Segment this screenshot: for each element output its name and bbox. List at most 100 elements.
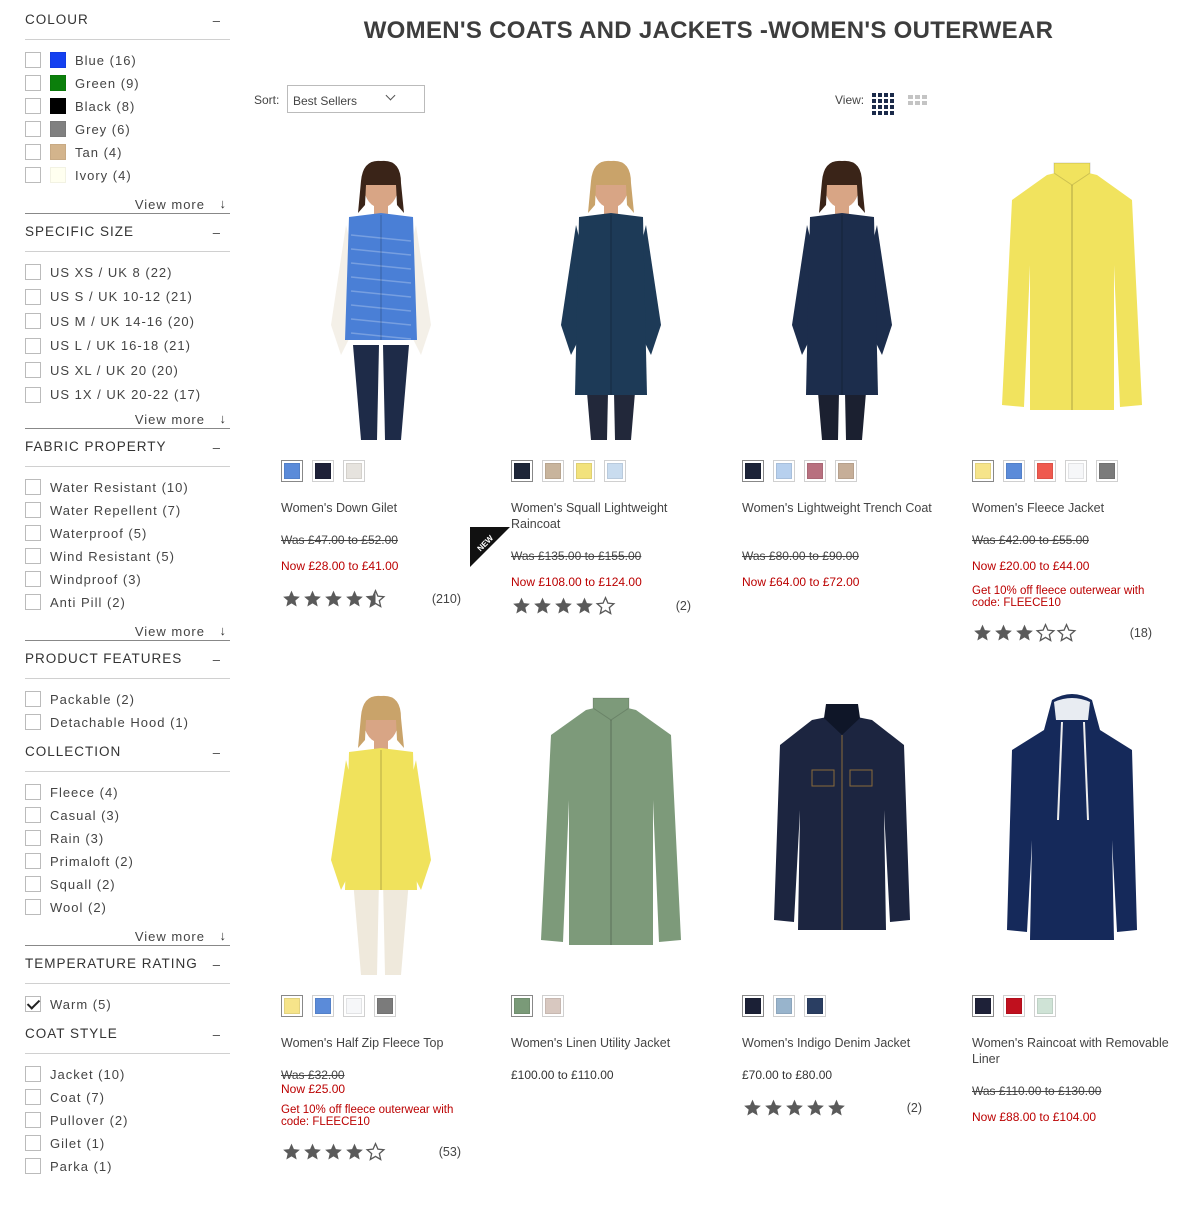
checkbox[interactable] <box>25 996 41 1012</box>
product-image[interactable] <box>301 155 461 445</box>
checkbox[interactable] <box>25 1112 41 1128</box>
product-name[interactable]: Women's Squall Lightweight Raincoat <box>511 500 711 532</box>
color-swatch[interactable] <box>773 460 795 482</box>
color-swatch[interactable] <box>281 460 303 482</box>
collapse-icon[interactable]: – <box>213 957 220 972</box>
filter-option-waterproof[interactable]: Waterproof (5) <box>25 524 225 542</box>
product-image[interactable] <box>992 690 1152 980</box>
checkbox[interactable] <box>25 830 41 846</box>
checkbox[interactable] <box>25 571 41 587</box>
filter-option-us-xs-uk-8[interactable]: US XS / UK 8 (22) <box>25 263 225 281</box>
collapse-icon[interactable]: – <box>213 225 220 240</box>
filter-option-wind-resistant[interactable]: Wind Resistant (5) <box>25 547 225 565</box>
filter-option-us-m-uk-14-16[interactable]: US M / UK 14-16 (20) <box>25 312 225 330</box>
collapse-icon[interactable]: – <box>213 1027 220 1042</box>
filter-option-jacket[interactable]: Jacket (10) <box>25 1065 225 1083</box>
color-swatch[interactable] <box>511 995 533 1017</box>
filter-option-grey[interactable]: Grey (6) <box>25 120 225 138</box>
checkbox[interactable] <box>25 288 41 305</box>
checkbox[interactable] <box>25 876 41 892</box>
filter-header-fabric-property[interactable]: FABRIC PROPERTY – <box>25 439 230 467</box>
view-more-link[interactable]: View more ↓ <box>25 928 230 946</box>
checkbox[interactable] <box>25 121 41 137</box>
collapse-icon[interactable]: – <box>213 440 220 455</box>
product-name[interactable]: Women's Indigo Denim Jacket <box>742 1035 942 1051</box>
filter-header-specific-size[interactable]: SPECIFIC SIZE – <box>25 224 230 252</box>
filter-header-colour[interactable]: COLOUR – <box>25 12 230 40</box>
filter-header-temperature-rating[interactable]: TEMPERATURE RATING – <box>25 956 230 984</box>
filter-option-gilet[interactable]: Gilet (1) <box>25 1134 225 1152</box>
color-swatch[interactable] <box>511 460 533 482</box>
filter-option-black[interactable]: Black (8) <box>25 97 225 115</box>
filter-option-warm[interactable]: Warm (5) <box>25 995 225 1013</box>
checkbox[interactable] <box>25 1158 41 1174</box>
product-image[interactable] <box>301 690 461 980</box>
product-name[interactable]: Women's Linen Utility Jacket <box>511 1035 711 1051</box>
filter-option-detachable-hood[interactable]: Detachable Hood (1) <box>25 713 225 731</box>
color-swatch[interactable] <box>281 995 303 1017</box>
filter-option-ivory[interactable]: Ivory (4) <box>25 166 225 184</box>
product-name[interactable]: Women's Lightweight Trench Coat <box>742 500 942 516</box>
color-swatch[interactable] <box>1003 995 1025 1017</box>
filter-option-primaloft[interactable]: Primaloft (2) <box>25 852 225 870</box>
checkbox[interactable] <box>25 337 41 354</box>
grid-view-4-icon[interactable] <box>872 93 894 115</box>
color-swatch[interactable] <box>1096 460 1118 482</box>
product-name[interactable]: Women's Raincoat with Removable Liner <box>972 1035 1172 1067</box>
color-swatch[interactable] <box>804 460 826 482</box>
star-rating[interactable]: (53) <box>281 1142 461 1164</box>
filter-option-us-1x-uk-20-22[interactable]: US 1X / UK 20-22 (17) <box>25 386 225 404</box>
checkbox[interactable] <box>25 594 41 610</box>
product-card[interactable]: Women's Fleece Jacket Was £42.00 to £55.0… <box>972 155 1172 675</box>
color-swatch[interactable] <box>742 460 764 482</box>
product-image[interactable] <box>992 155 1152 445</box>
color-swatch[interactable] <box>1003 460 1025 482</box>
color-swatch[interactable] <box>542 460 564 482</box>
checkbox[interactable] <box>25 1089 41 1105</box>
color-swatch[interactable] <box>1034 460 1056 482</box>
color-swatch[interactable] <box>573 460 595 482</box>
color-swatch[interactable] <box>1065 460 1087 482</box>
filter-header-product-features[interactable]: PRODUCT FEATURES – <box>25 651 230 679</box>
product-card[interactable]: Women's Squall Lightweight Raincoat Was £… <box>511 155 711 675</box>
checkbox[interactable] <box>25 691 41 707</box>
product-card[interactable]: Women's Raincoat with Removable Liner Was… <box>972 690 1172 1210</box>
filter-option-packable[interactable]: Packable (2) <box>25 690 225 708</box>
filter-option-us-xl-uk-20[interactable]: US XL / UK 20 (20) <box>25 361 225 379</box>
filter-option-wool[interactable]: Wool (2) <box>25 898 225 916</box>
color-swatch[interactable] <box>312 995 334 1017</box>
checkbox[interactable] <box>25 386 41 403</box>
checkbox[interactable] <box>25 75 41 91</box>
view-more-link[interactable]: View more ↓ <box>25 196 230 214</box>
star-rating[interactable]: (2) <box>742 1098 922 1120</box>
checkbox[interactable] <box>25 362 41 378</box>
checkbox[interactable] <box>25 807 41 823</box>
filter-header-coat-style[interactable]: COAT STYLE – <box>25 1026 230 1054</box>
color-swatch[interactable] <box>773 995 795 1017</box>
sort-dropdown[interactable]: Best Sellers <box>287 85 425 113</box>
checkbox[interactable] <box>25 525 41 541</box>
color-swatch[interactable] <box>343 995 365 1017</box>
filter-option-water-repellent[interactable]: Water Repellent (7) <box>25 501 225 519</box>
star-rating[interactable]: (18) <box>972 623 1152 645</box>
star-rating[interactable]: (2) <box>511 596 691 618</box>
checkbox[interactable] <box>25 98 41 114</box>
color-swatch[interactable] <box>1034 995 1056 1017</box>
checkbox[interactable] <box>25 264 41 280</box>
filter-option-squall[interactable]: Squall (2) <box>25 875 225 893</box>
filter-header-collection[interactable]: COLLECTION – <box>25 744 230 772</box>
color-swatch[interactable] <box>835 460 857 482</box>
checkbox[interactable] <box>25 1066 41 1082</box>
color-swatch[interactable] <box>542 995 564 1017</box>
star-rating[interactable]: (210) <box>281 589 461 611</box>
product-image[interactable] <box>762 155 922 445</box>
filter-option-parka[interactable]: Parka (1) <box>25 1157 225 1175</box>
checkbox[interactable] <box>25 1135 41 1151</box>
filter-option-anti-pill[interactable]: Anti Pill (2) <box>25 593 225 611</box>
product-card[interactable]: NEW Women's Linen Utility Jacket £100.00 t… <box>470 527 711 1210</box>
filter-option-blue[interactable]: Blue (16) <box>25 51 225 69</box>
filter-option-us-s-uk-10-12[interactable]: US S / UK 10-12 (21) <box>25 288 225 306</box>
checkbox[interactable] <box>25 144 41 160</box>
collapse-icon[interactable]: – <box>213 13 220 28</box>
filter-option-tan[interactable]: Tan (4) <box>25 143 225 161</box>
